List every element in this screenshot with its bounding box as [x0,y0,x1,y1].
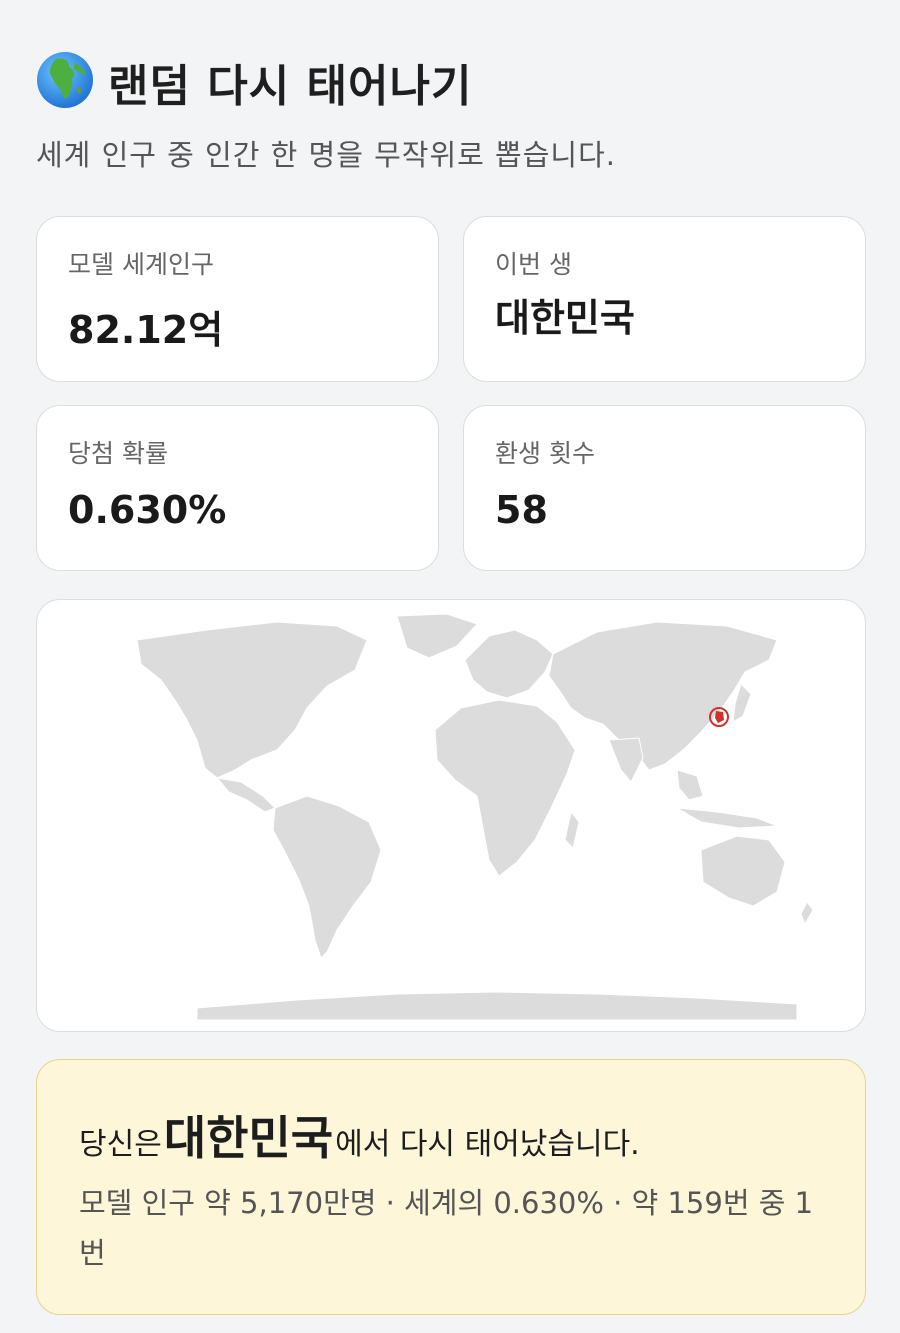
result-prefix: 당신은 [79,1127,162,1162]
southeast-asia-landmass [676,769,704,801]
stat-value: 58 [495,488,548,532]
stat-card-world-population: 모델 세계인구 82.12억 [36,216,439,382]
stat-card-rebirth-count: 환생 횟수 58 [463,405,866,571]
result-suffix: 에서 다시 태어났습니다. [335,1127,640,1162]
stat-label: 모델 세계인구 [68,250,214,279]
south-america-landmass [272,795,382,959]
europe-landmass [464,629,554,699]
page-subtitle: 세계 인구 중 인간 한 명을 무작위로 뽑습니다. [36,138,616,172]
stat-card-this-life: 이번 생 대한민국 [463,216,866,382]
result-country: 대한민국 [163,1111,334,1165]
africa-landmass [434,699,576,877]
new-zealand-landmass [800,901,814,926]
stat-label: 환생 횟수 [495,439,595,468]
greenland-landmass [396,613,478,659]
stat-value: 0.630% [68,488,227,532]
madagascar-landmass [564,810,580,849]
page-title: 랜덤 다시 태어나기 [108,61,473,112]
india-landmass [608,737,644,783]
north-america-landmass [136,621,368,779]
stat-card-probability: 당첨 확률 0.630% [36,405,439,571]
globe-africa-icon [36,51,94,113]
result-detail: 모델 인구 약 5,170만명 · 세계의 0.630% · 약 159번 중 … [79,1186,814,1270]
result-sentence: 당신은 대한민국 에서 다시 태어났습니다. [79,1102,640,1168]
stat-label: 이번 생 [495,250,572,279]
stat-label: 당첨 확률 [68,439,168,468]
world-map [136,613,814,1021]
antarctica-landmass [196,991,798,1021]
stat-value: 82.12억 [68,308,224,352]
central-america-landmass [215,777,276,813]
result-box: 당신은 대한민국 에서 다시 태어났습니다. 모델 인구 약 5,170만명 ·… [36,1059,866,1315]
australia-landmass [700,835,786,907]
world-map-card [36,599,866,1032]
japan-landmass [732,683,752,723]
indonesia-landmass [676,807,778,829]
stat-value: 대한민국 [495,296,635,340]
page-header: 랜덤 다시 태어나기 [36,52,472,112]
